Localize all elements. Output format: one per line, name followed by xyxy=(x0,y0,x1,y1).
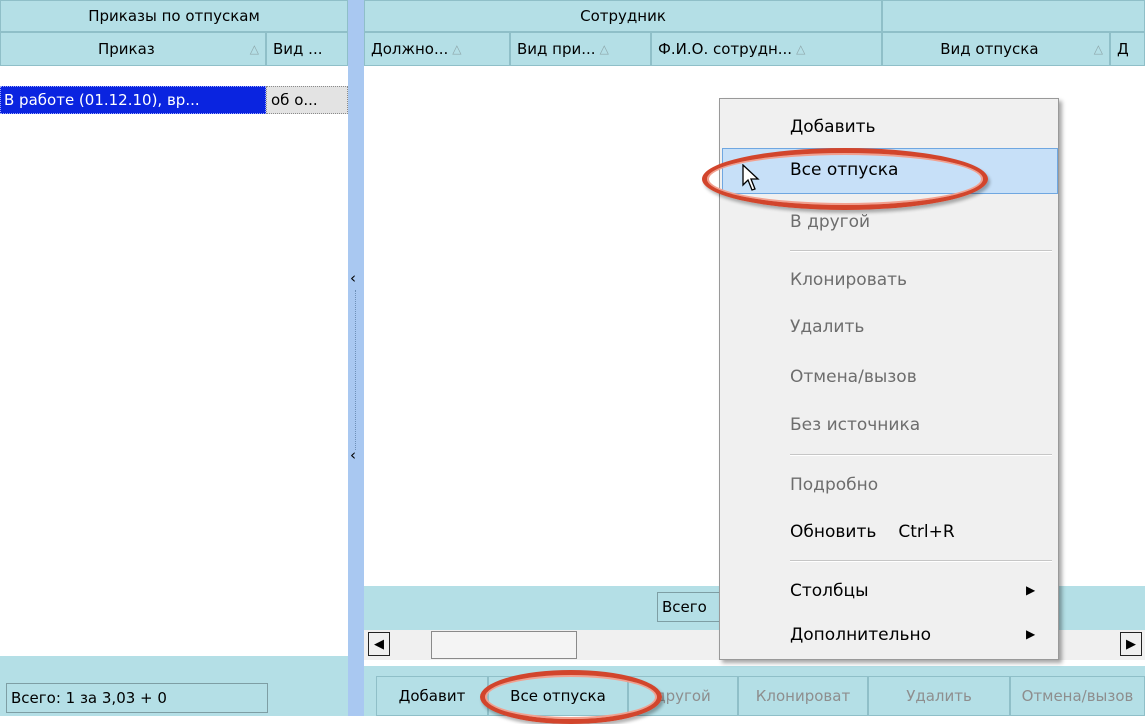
menu-item-refresh-shortcut: Ctrl+R xyxy=(898,522,955,542)
toolbar-clone-button[interactable]: Клонироват xyxy=(738,676,868,716)
toolbar-delete-button[interactable]: Удалить xyxy=(868,676,1010,716)
menu-separator xyxy=(790,250,1052,252)
column-header-employee-name[interactable]: Ф.И.О. сотрудн... △ xyxy=(651,32,882,66)
left-status-text: Всего: 1 за 3,03 + 0 xyxy=(11,689,167,707)
column-header-position[interactable]: Должно... △ xyxy=(364,32,510,66)
column-header-extra[interactable]: Д xyxy=(1110,32,1145,66)
mouse-cursor-icon xyxy=(742,164,760,191)
sort-ascending-icon: △ xyxy=(452,42,462,56)
menu-item-clone[interactable]: Клонировать xyxy=(790,258,907,302)
menu-item-refresh[interactable]: Обновить Ctrl+R xyxy=(790,510,955,554)
menu-item-cancel-recall-label: Отмена/вызов xyxy=(790,367,917,387)
splitter-grip xyxy=(355,290,356,450)
right-status-total: Всего xyxy=(657,592,725,622)
scroll-left-icon[interactable]: ◀ xyxy=(368,632,390,656)
column-header-kind-label: Вид ... xyxy=(273,40,323,58)
menu-item-advanced-label: Дополнительно xyxy=(790,625,931,645)
toolbar-other-label: другой xyxy=(655,687,711,705)
column-header-kind[interactable]: Вид ... xyxy=(266,32,348,66)
left-group-header: Приказы по отпускам xyxy=(0,0,348,32)
chevron-left-icon[interactable]: ‹ xyxy=(350,268,362,288)
column-header-order[interactable]: Приказ △ xyxy=(0,32,266,66)
right-group-header-blank xyxy=(882,0,1145,32)
table-row-selected-kind[interactable]: об о... xyxy=(266,86,348,114)
menu-item-no-source-label: Без источника xyxy=(790,415,921,435)
column-header-order-kind-label: Вид при... xyxy=(517,40,596,58)
toolbar-add-button[interactable]: Добавит xyxy=(376,676,488,716)
column-header-extra-label: Д xyxy=(1117,40,1129,58)
menu-item-columns[interactable]: Столбцы xyxy=(790,569,869,613)
column-header-employee-name-label: Ф.И.О. сотрудн... xyxy=(658,40,793,58)
scroll-right-icon[interactable]: ▶ xyxy=(1120,632,1142,656)
menu-item-no-source[interactable]: Без источника xyxy=(790,403,920,447)
sort-ascending-icon: △ xyxy=(249,42,259,56)
submenu-arrow-icon: ▶ xyxy=(1026,627,1036,641)
column-header-vacation-kind-label: Вид отпуска xyxy=(940,40,1039,58)
menu-item-add-label: Добавить xyxy=(790,117,876,137)
left-group-header-label: Приказы по отпускам xyxy=(88,7,260,25)
toolbar-add-label: Добавит xyxy=(398,687,466,705)
table-row-selected-order[interactable]: В работе (01.12.10), вр... xyxy=(0,86,266,114)
menu-item-cancel-recall[interactable]: Отмена/вызов xyxy=(790,355,917,399)
toolbar-cancel-recall-label: Отмена/вызов xyxy=(1021,687,1134,705)
menu-item-add[interactable]: Добавить xyxy=(790,105,876,149)
panel-splitter[interactable]: ‹ ‹ xyxy=(348,0,364,716)
right-group-header: Сотрудник xyxy=(364,0,882,32)
menu-separator xyxy=(790,454,1052,456)
menu-item-delete[interactable]: Удалить xyxy=(790,305,864,349)
kind-cell: об о... xyxy=(271,91,318,109)
column-header-position-label: Должно... xyxy=(371,40,449,58)
menu-item-details-label: Подробно xyxy=(790,475,879,495)
toolbar-cancel-recall-button[interactable]: Отмена/вызов xyxy=(1010,676,1145,716)
sort-ascending-icon: △ xyxy=(599,42,609,56)
toolbar-clone-label: Клонироват xyxy=(755,687,851,705)
chevron-left-icon[interactable]: ‹ xyxy=(350,445,362,465)
right-status-text: Всего xyxy=(662,598,707,616)
left-status-total: Всего: 1 за 3,03 + 0 xyxy=(6,683,268,713)
menu-item-other-label: В другой xyxy=(790,212,871,232)
sort-ascending-icon: △ xyxy=(796,42,806,56)
toolbar-delete-label: Удалить xyxy=(906,687,972,705)
menu-item-advanced[interactable]: Дополнительно xyxy=(790,613,931,657)
menu-item-delete-label: Удалить xyxy=(790,317,865,337)
sort-ascending-icon: △ xyxy=(1093,42,1103,56)
order-cell: В работе (01.12.10), вр... xyxy=(4,91,200,109)
scrollbar-thumb[interactable] xyxy=(431,631,577,659)
menu-item-columns-label: Столбцы xyxy=(790,581,869,601)
submenu-arrow-icon: ▶ xyxy=(1026,583,1036,597)
column-header-order-kind[interactable]: Вид при... △ xyxy=(510,32,651,66)
right-group-header-label: Сотрудник xyxy=(580,7,666,25)
menu-separator xyxy=(790,560,1052,562)
menu-item-refresh-label: Обновить xyxy=(790,522,877,542)
menu-item-clone-label: Клонировать xyxy=(790,270,908,290)
column-header-vacation-kind[interactable]: Вид отпуска △ xyxy=(882,32,1110,66)
column-header-order-label: Приказ xyxy=(97,40,155,58)
menu-item-details[interactable]: Подробно xyxy=(790,463,878,507)
